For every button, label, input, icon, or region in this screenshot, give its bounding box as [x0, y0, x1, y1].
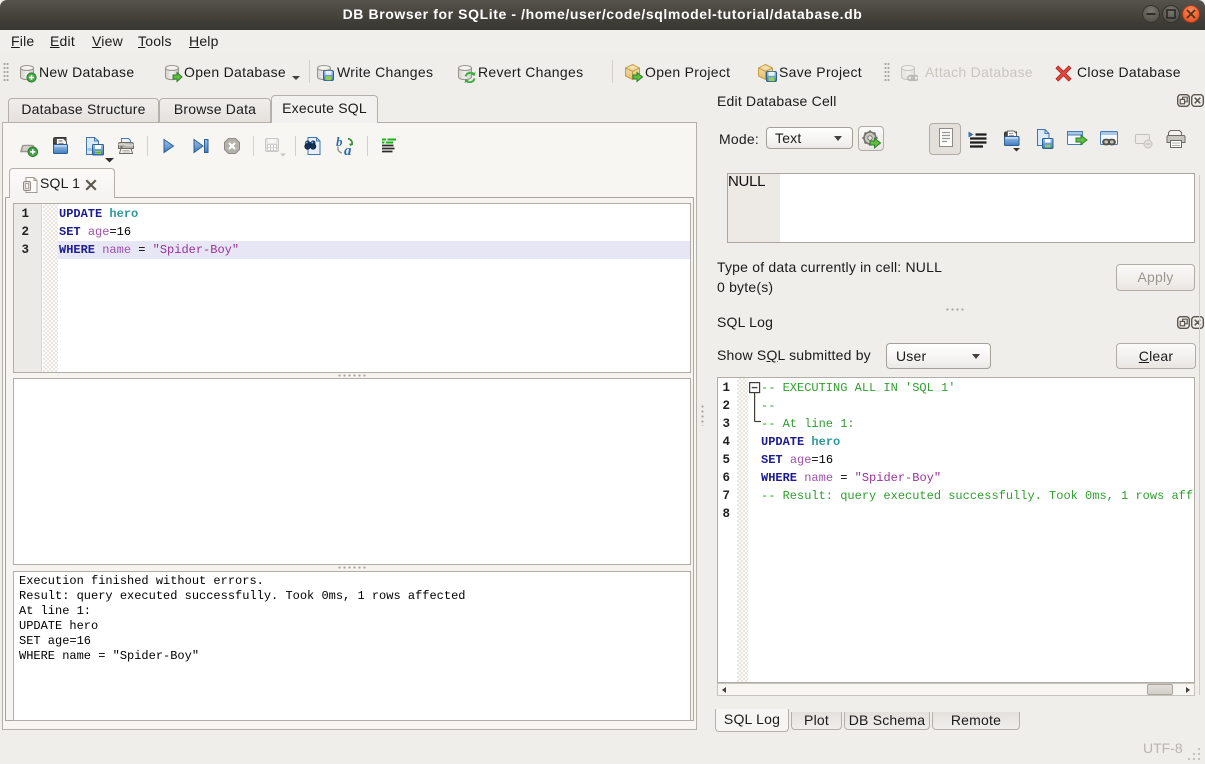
svg-text:b: b [336, 135, 343, 149]
